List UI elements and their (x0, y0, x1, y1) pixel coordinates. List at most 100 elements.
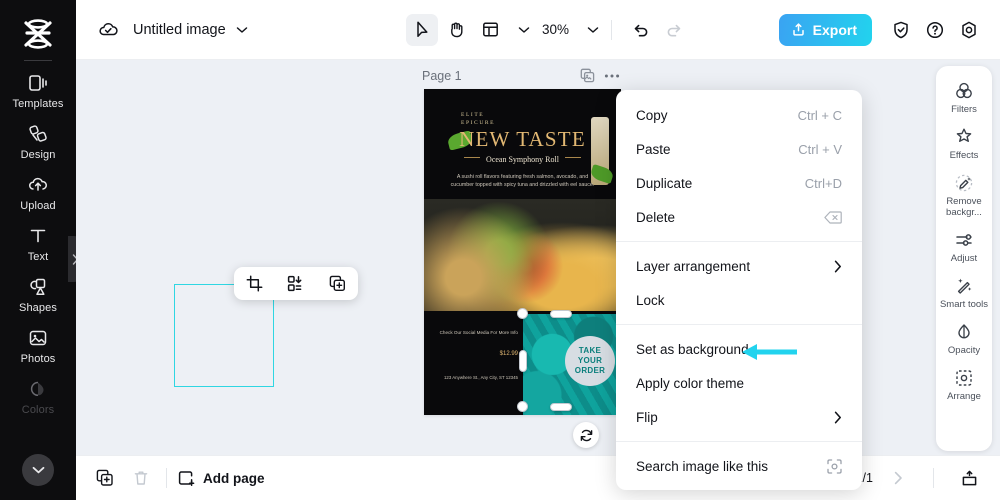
page-label: Page 1 (422, 69, 462, 83)
chevron-down-icon[interactable] (236, 26, 248, 34)
sidebar-expand-handle[interactable] (68, 236, 76, 282)
right-panel-item-label: Effects (950, 150, 979, 161)
text-icon (27, 225, 49, 247)
arrange-icon (954, 368, 974, 388)
zoom-chevron-down-icon[interactable] (587, 26, 599, 34)
filters-icon (954, 81, 974, 101)
topbar-right-group: Export (779, 14, 984, 46)
context-menu-item-delete[interactable]: Delete (616, 200, 862, 234)
sidebar-item-design[interactable]: Design (0, 116, 76, 167)
right-panel-item-label: Arrange (947, 391, 981, 402)
right-panel-item-remove-background[interactable]: Remove backgr... (936, 166, 992, 223)
upload-cloud-icon (27, 174, 49, 196)
layer-arrangement-icon[interactable] (283, 271, 309, 297)
context-menu-item-apply-color-theme[interactable]: Apply color theme (616, 366, 862, 400)
sidebar-scroll-down-button[interactable] (22, 454, 54, 486)
poster-footer-note: Check Our Social Media For More Info (436, 329, 518, 337)
shield-check-icon[interactable] (886, 15, 916, 45)
opacity-drop-icon (954, 322, 974, 342)
undo-button[interactable] (624, 14, 656, 46)
document-title[interactable]: Untitled image (133, 22, 226, 38)
more-options-icon[interactable] (604, 73, 620, 79)
right-panel-item-label: Opacity (948, 345, 980, 356)
sidebar-item-templates[interactable]: Templates (0, 65, 76, 116)
duplicate-page-button[interactable] (90, 463, 120, 493)
menu-item-shortcut: Ctrl+D (805, 176, 842, 191)
right-properties-panel: Filters Effects Remove backgr... Adjust … (936, 66, 992, 451)
layout-tool[interactable] (474, 14, 506, 46)
context-menu-item-layer-arrangement[interactable]: Layer arrangement (616, 249, 862, 283)
menu-item-label: Layer arrangement (636, 259, 750, 274)
resize-handle-bottom-left[interactable] (517, 401, 528, 412)
sidebar-item-label: Design (21, 149, 56, 161)
sidebar-item-upload[interactable]: Upload (0, 167, 76, 218)
right-panel-item-effects[interactable]: Effects (936, 120, 992, 166)
present-export-button[interactable] (954, 463, 984, 493)
resize-handle-bottom-center[interactable] (550, 403, 572, 411)
right-panel-item-label: Smart tools (940, 299, 988, 310)
context-menu-item-search-image-like-this[interactable]: Search image like this (616, 449, 862, 483)
effects-icon (954, 127, 974, 147)
right-panel-item-opacity[interactable]: Opacity (936, 315, 992, 361)
chevron-right-icon (834, 260, 842, 273)
sidebar-item-colors[interactable]: Colors (0, 371, 76, 422)
duplicate-page-icon[interactable] (580, 68, 595, 83)
right-panel-item-label: Filters (951, 104, 977, 115)
context-menu-item-set-as-background[interactable]: Set as background (616, 332, 862, 366)
settings-gear-icon[interactable] (954, 15, 984, 45)
context-menu: Copy Ctrl + C Paste Ctrl + V Duplicate C… (616, 90, 862, 490)
select-tool[interactable] (406, 14, 438, 46)
right-panel-item-filters[interactable]: Filters (936, 74, 992, 120)
context-menu-item-flip[interactable]: Flip (616, 400, 862, 434)
sidebar-item-photos[interactable]: Photos (0, 320, 76, 371)
capcut-logo-icon[interactable] (18, 14, 58, 54)
poster-footer-price: $12.99 (436, 351, 518, 357)
resize-handle-top-center[interactable] (550, 310, 572, 318)
page-header-actions (580, 68, 620, 83)
context-menu-item-paste[interactable]: Paste Ctrl + V (616, 132, 862, 166)
sidebar-item-text[interactable]: Text (0, 218, 76, 269)
color-drop-icon (27, 378, 49, 400)
poster-food-photo (424, 199, 621, 311)
selected-image-element[interactable]: TAKE YOUR ORDER (523, 314, 621, 415)
crop-icon[interactable] (242, 271, 268, 297)
layout-chevron-down-icon[interactable] (518, 26, 530, 34)
poster-headline: NEW TASTE (424, 127, 621, 152)
tool-group: 30% (406, 14, 690, 46)
menu-item-label: Delete (636, 210, 675, 225)
right-panel-item-smart-tools[interactable]: Smart tools (936, 269, 992, 315)
take-your-order-badge: TAKE YOUR ORDER (565, 336, 615, 386)
redo-button[interactable] (658, 14, 690, 46)
hand-tool[interactable] (440, 14, 472, 46)
resize-handle-middle-left[interactable] (519, 350, 527, 372)
menu-item-shortcut: Ctrl + C (798, 108, 842, 123)
delete-page-button[interactable] (126, 463, 156, 493)
right-panel-item-arrange[interactable]: Arrange (936, 361, 992, 407)
sidebar-item-label: Photos (21, 353, 56, 365)
resize-handle-top-left[interactable] (517, 308, 528, 319)
design-icon (27, 123, 49, 145)
context-menu-item-lock[interactable]: Lock (616, 283, 862, 317)
sidebar-item-shapes[interactable]: Shapes (0, 269, 76, 320)
bottombar-right-group: 1/1 (856, 463, 984, 493)
context-menu-divider (616, 324, 862, 325)
capcut-editor-window: Templates Design Upload Text Shapes (0, 0, 1000, 500)
right-panel-item-adjust[interactable]: Adjust (936, 223, 992, 269)
rotate-handle-icon[interactable] (573, 422, 599, 448)
badge-line2: YOUR (578, 356, 602, 366)
next-page-button[interactable] (883, 463, 913, 493)
zoom-level[interactable]: 30% (542, 22, 569, 37)
add-page-button[interactable]: Add page (177, 469, 265, 487)
search-scan-icon (827, 459, 842, 474)
sidebar-item-label: Shapes (19, 302, 57, 314)
menu-item-label: Search image like this (636, 459, 768, 474)
top-toolbar: Untitled image 30% (76, 0, 1000, 60)
menu-item-label: Lock (636, 293, 665, 308)
help-question-icon[interactable] (920, 15, 950, 45)
context-menu-item-copy[interactable]: Copy Ctrl + C (616, 98, 862, 132)
context-menu-item-duplicate[interactable]: Duplicate Ctrl+D (616, 166, 862, 200)
annotation-arrow-icon (741, 343, 797, 361)
cloud-saved-icon[interactable] (98, 19, 119, 40)
export-button[interactable]: Export (779, 14, 872, 46)
duplicate-icon[interactable] (324, 271, 350, 297)
